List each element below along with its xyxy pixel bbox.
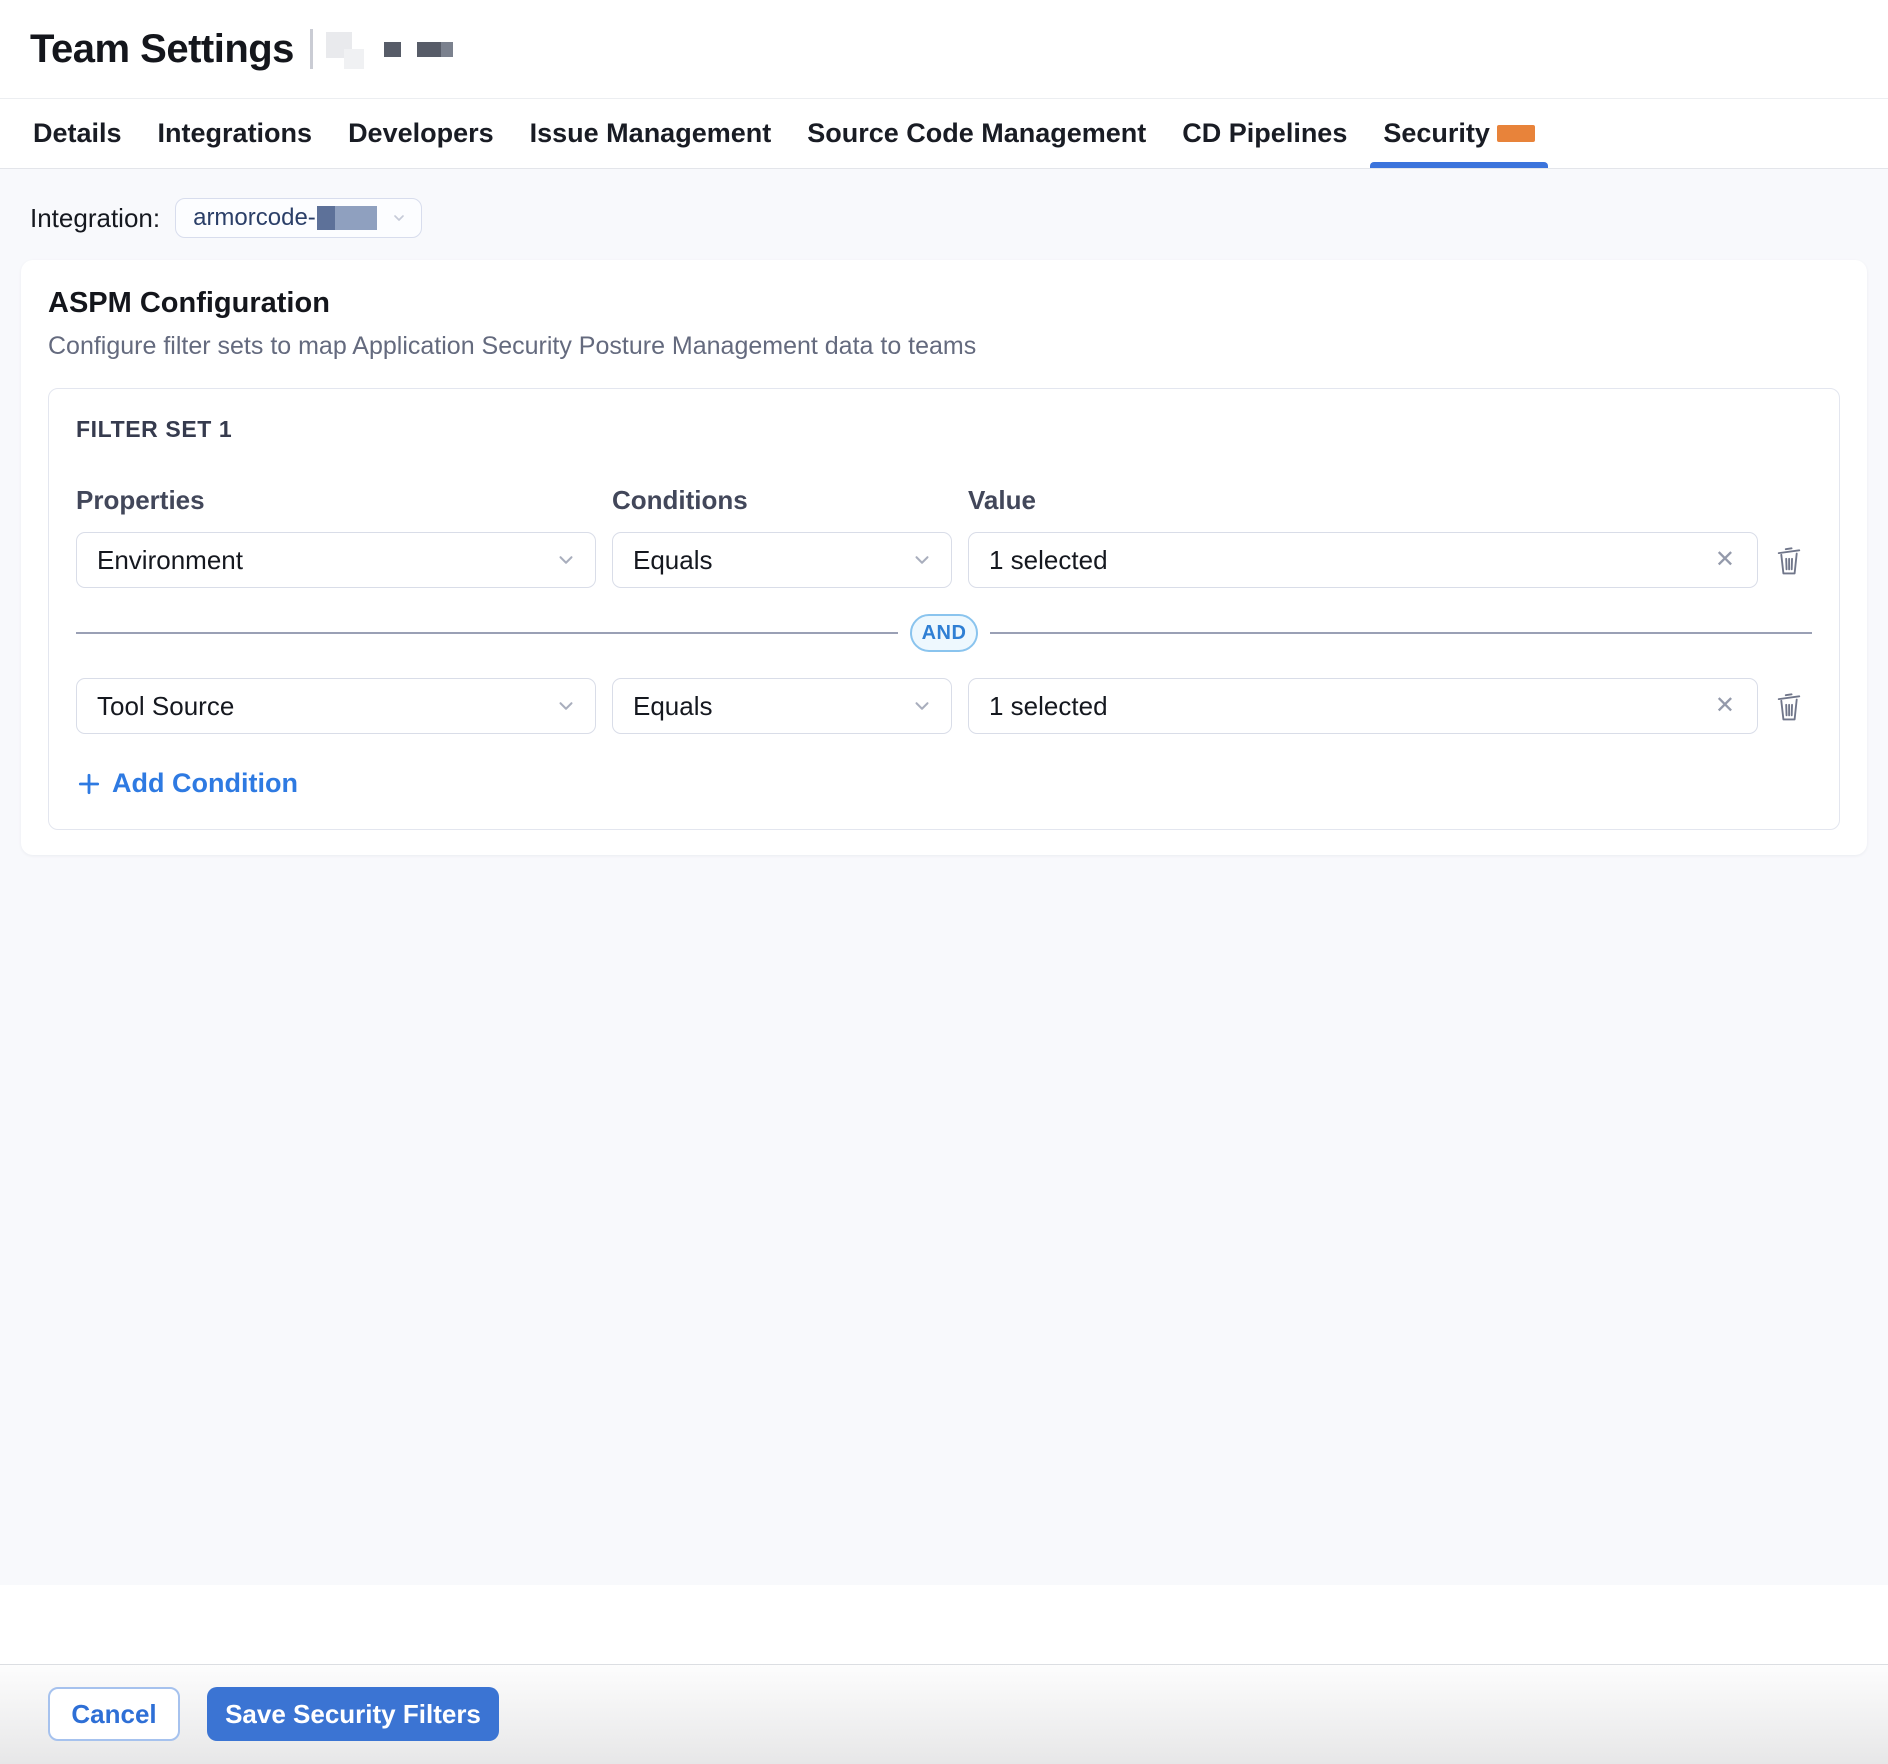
- aspm-card-subtitle: Configure filter sets to map Application…: [48, 332, 1840, 361]
- footer-spacer: [0, 1585, 1888, 1664]
- delete-condition-button-2[interactable]: [1774, 689, 1804, 723]
- clear-selection-icon[interactable]: ✕: [1711, 690, 1739, 722]
- aspm-configuration-card: ASPM Configuration Configure filter sets…: [21, 260, 1867, 855]
- condition-select-1[interactable]: Equals: [612, 532, 952, 588]
- redacted-title-block-5: [441, 42, 453, 57]
- property-select-2[interactable]: Tool Source: [76, 678, 596, 734]
- column-header-value: Value: [968, 485, 1758, 516]
- footer: Cancel Save Security Filters: [0, 1585, 1888, 1764]
- redacted-title-block-2: [344, 49, 364, 69]
- tab-developers[interactable]: Developers: [348, 99, 494, 168]
- filter-row-1: Environment Equals 1 selected ✕: [76, 532, 1812, 588]
- chevron-down-icon: [911, 549, 933, 571]
- page-title: Team Settings: [30, 27, 294, 72]
- tab-details-label: Details: [33, 118, 122, 149]
- condition-operator-row: AND: [76, 614, 1812, 652]
- condition-select-2-value: Equals: [633, 691, 911, 722]
- condition-select-1-value: Equals: [633, 545, 911, 576]
- title-bar: Team Settings: [0, 0, 1888, 99]
- filter-column-headers: Properties Conditions Value: [76, 485, 1812, 516]
- footer-action-bar: Cancel Save Security Filters: [0, 1664, 1888, 1764]
- chevron-down-icon: [911, 695, 933, 717]
- integration-label: Integration:: [30, 203, 160, 234]
- add-condition-label: Add Condition: [112, 768, 298, 799]
- redacted-integration-block-1: [317, 206, 335, 230]
- tab-cd-pipelines-label: CD Pipelines: [1182, 118, 1347, 149]
- delete-condition-button-1[interactable]: [1774, 543, 1804, 577]
- plus-icon: [76, 771, 102, 797]
- redacted-integration-block-2: [335, 206, 377, 230]
- add-condition-button[interactable]: Add Condition: [76, 768, 298, 799]
- aspm-card-title: ASPM Configuration: [48, 287, 1840, 320]
- property-select-2-value: Tool Source: [97, 691, 555, 722]
- filter-set-panel: FILTER SET 1 Properties Conditions Value…: [48, 388, 1840, 830]
- value-multiselect-1-text: 1 selected: [989, 545, 1711, 576]
- integration-select[interactable]: armorcode-: [175, 198, 422, 238]
- value-multiselect-1[interactable]: 1 selected ✕: [968, 532, 1758, 588]
- property-select-1[interactable]: Environment: [76, 532, 596, 588]
- tab-source-code-management[interactable]: Source Code Management: [807, 99, 1146, 168]
- tab-bar: Details Integrations Developers Issue Ma…: [0, 99, 1888, 169]
- tab-source-code-management-label: Source Code Management: [807, 118, 1146, 149]
- redacted-title-block-3: [384, 42, 401, 57]
- divider-line: [990, 632, 1812, 634]
- property-select-1-value: Environment: [97, 545, 555, 576]
- redacted-security-badge: [1497, 125, 1535, 142]
- chevron-down-icon: [555, 695, 577, 717]
- divider-line: [76, 632, 898, 634]
- clear-selection-icon[interactable]: ✕: [1711, 544, 1739, 576]
- trash-icon: [1775, 690, 1803, 722]
- title-separator: [310, 29, 313, 69]
- tab-issue-management-label: Issue Management: [530, 118, 772, 149]
- tab-issue-management[interactable]: Issue Management: [530, 99, 772, 168]
- tab-integrations-label: Integrations: [158, 118, 313, 149]
- filter-row-2: Tool Source Equals 1 selected ✕: [76, 678, 1812, 734]
- column-header-properties: Properties: [76, 485, 596, 516]
- tab-developers-label: Developers: [348, 118, 494, 149]
- column-header-conditions: Conditions: [612, 485, 952, 516]
- integration-value: armorcode-: [193, 204, 316, 232]
- chevron-down-icon: [555, 549, 577, 571]
- tab-details[interactable]: Details: [33, 99, 122, 168]
- tab-security-label: Security: [1383, 118, 1490, 149]
- tab-security[interactable]: Security: [1383, 99, 1535, 168]
- save-security-filters-button[interactable]: Save Security Filters: [207, 1687, 499, 1741]
- tab-cd-pipelines[interactable]: CD Pipelines: [1182, 99, 1347, 168]
- value-multiselect-2[interactable]: 1 selected ✕: [968, 678, 1758, 734]
- value-multiselect-2-text: 1 selected: [989, 691, 1711, 722]
- cancel-button[interactable]: Cancel: [48, 1687, 180, 1741]
- redacted-title-block-4: [417, 42, 441, 57]
- trash-icon: [1775, 544, 1803, 576]
- and-operator-pill: AND: [910, 614, 978, 652]
- chevron-down-icon: [391, 210, 407, 226]
- condition-select-2[interactable]: Equals: [612, 678, 952, 734]
- integration-row: Integration: armorcode-: [30, 198, 1888, 238]
- filter-set-title: FILTER SET 1: [76, 416, 1812, 443]
- tab-integrations[interactable]: Integrations: [158, 99, 313, 168]
